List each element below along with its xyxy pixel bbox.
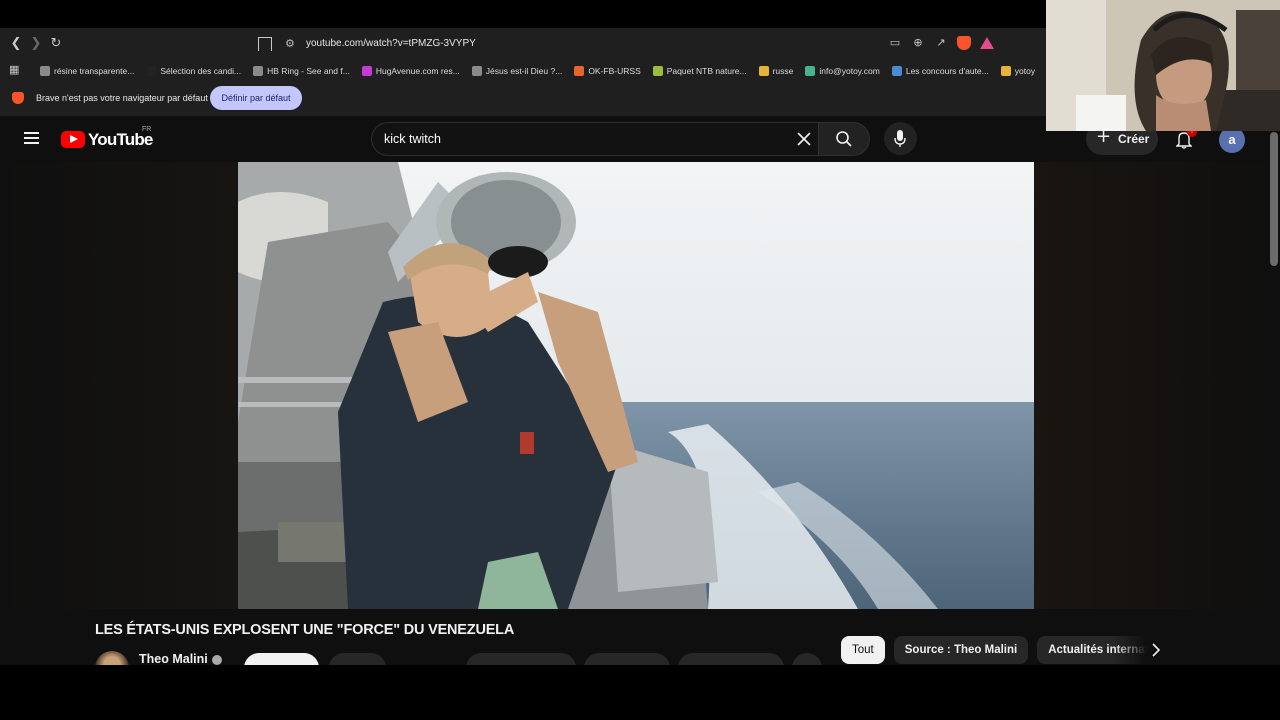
bookmark-label: HugAvenue.com res... (375, 66, 460, 76)
youtube-logo-icon[interactable] (61, 131, 85, 148)
filter-chip[interactable]: Actualités internationales (1037, 636, 1148, 664)
reload-icon[interactable]: ↻ (48, 36, 64, 52)
bookmark-label: info@yotoy.com (819, 66, 880, 76)
zoom-icon[interactable]: ⊕ (911, 36, 925, 50)
bookmark-label: résine transparente... (54, 66, 135, 76)
bookmark-favicon-icon (758, 66, 769, 76)
youtube-wordmark[interactable]: YouTube (88, 130, 153, 150)
screen: ❮ ❯ ↻ ⚙ youtube.com/watch?v=tPMZG-3VYPY … (0, 0, 1280, 720)
bookmark-label: Sélection des candi... (160, 66, 242, 76)
like-dislike-button[interactable] (466, 653, 576, 665)
bookmark-favicon-icon (652, 66, 663, 76)
bookmark-item[interactable]: HB Ring - See and f... (253, 66, 350, 76)
menu-icon[interactable] (24, 132, 39, 144)
video-title: LES ÉTATS-UNIS EXPLOSENT UNE "FORCE" DU … (95, 622, 515, 638)
ambient-glow-right (1034, 162, 1280, 609)
bookmark-label: yotoy (1014, 66, 1036, 76)
join-button[interactable] (329, 653, 386, 665)
filter-chip[interactable]: Tout (841, 636, 885, 664)
bookmark-favicon-icon (574, 66, 585, 76)
taskbar-area (0, 665, 1280, 720)
set-default-button[interactable]: Définir par défaut (210, 86, 302, 110)
bookmark-label: Jésus est-il Dieu ?... (485, 66, 563, 76)
bookmark-item[interactable]: yotoy (1000, 66, 1036, 76)
bookmarks-bar: ▦ résine transparente... Sélection des ca… (0, 60, 1046, 82)
subscribe-button[interactable] (244, 653, 319, 665)
plus-icon: + (1096, 126, 1112, 147)
bookmark-favicon-icon (1000, 66, 1011, 76)
bookmark-label: Les concours d'aute... (905, 66, 989, 76)
brave-rewards-icon[interactable] (980, 37, 994, 49)
microphone-icon[interactable] (894, 130, 906, 148)
related-filter-chips: Tout Source : Theo Malini Actualités inter… (841, 636, 1148, 664)
bookmark-label: OK-FB-URSS (588, 66, 641, 76)
cast-icon[interactable]: ▭ (888, 36, 902, 50)
share-button[interactable] (584, 653, 670, 665)
bookmark-item[interactable]: russe (758, 66, 794, 76)
bookmark-list: résine transparente... Sélection des cand… (40, 60, 1046, 82)
bookmark-label: russe (772, 66, 794, 76)
bookmark-item[interactable]: résine transparente... (40, 66, 134, 76)
bookmark-favicon-icon (253, 66, 264, 76)
search-input[interactable] (384, 129, 764, 149)
bookmark-favicon-icon (361, 66, 372, 76)
site-info-icon[interactable]: ⚙ (285, 37, 295, 51)
address-bar-actions: ▭ ⊕ ↗ (888, 36, 994, 50)
bookmark-favicon-icon (146, 66, 157, 76)
bookmark-favicon-icon (40, 66, 50, 76)
infobar-message: Brave n'est pas votre navigateur par déf… (36, 93, 208, 103)
bookmark-page-icon[interactable] (258, 37, 272, 51)
youtube-page: YouTube FR + Créer ! a (0, 116, 1280, 665)
bookmark-item[interactable]: Paquet NTB nature... (652, 66, 747, 76)
bookmark-favicon-icon (891, 66, 902, 76)
bookmark-item[interactable]: Sélection des candi... (146, 66, 241, 76)
tab-strip (0, 0, 1046, 28)
webcam-overlay (1046, 0, 1280, 131)
bookmark-label: HB Ring - See and f... (267, 66, 350, 76)
more-actions-button[interactable] (792, 653, 822, 665)
share-icon[interactable]: ↗ (934, 36, 948, 50)
url-text[interactable]: youtube.com/watch?v=tPMZG-3VYPY (306, 37, 476, 51)
channel-avatar[interactable] (95, 651, 129, 665)
bookmark-item[interactable]: Jésus est-il Dieu ?... (471, 66, 563, 76)
back-icon[interactable]: ❮ (8, 36, 24, 52)
bookmark-item[interactable]: HugAvenue.com res... (361, 66, 460, 76)
chevron-right-icon[interactable] (1148, 642, 1164, 658)
download-button[interactable] (678, 653, 784, 665)
bookmark-item[interactable]: OK-FB-URSS (574, 66, 641, 76)
page-scrollbar[interactable] (1270, 132, 1278, 266)
country-code: FR (142, 126, 152, 133)
apps-grid-icon[interactable]: ▦ (9, 64, 21, 76)
ambient-glow-left (0, 162, 238, 609)
bookmark-item[interactable]: info@yotoy.com (805, 66, 880, 76)
clear-search-icon[interactable] (795, 130, 813, 148)
brave-logo-icon (12, 92, 24, 104)
filter-chip[interactable]: Source : Theo Malini (893, 636, 1029, 664)
bookmark-favicon-icon (805, 66, 816, 76)
bookmark-item[interactable]: Les concours d'aute... (891, 66, 989, 76)
create-label: Créer (1118, 132, 1150, 146)
bookmark-label: Paquet NTB nature... (666, 66, 747, 76)
video-player[interactable] (238, 162, 1034, 609)
brave-shields-icon[interactable] (957, 36, 971, 50)
forward-icon[interactable]: ❯ (28, 36, 44, 52)
bookmark-favicon-icon (471, 66, 482, 76)
search-icon[interactable] (835, 130, 853, 148)
channel-name[interactable]: Theo Malini (139, 652, 208, 665)
verified-badge-icon (212, 655, 222, 665)
